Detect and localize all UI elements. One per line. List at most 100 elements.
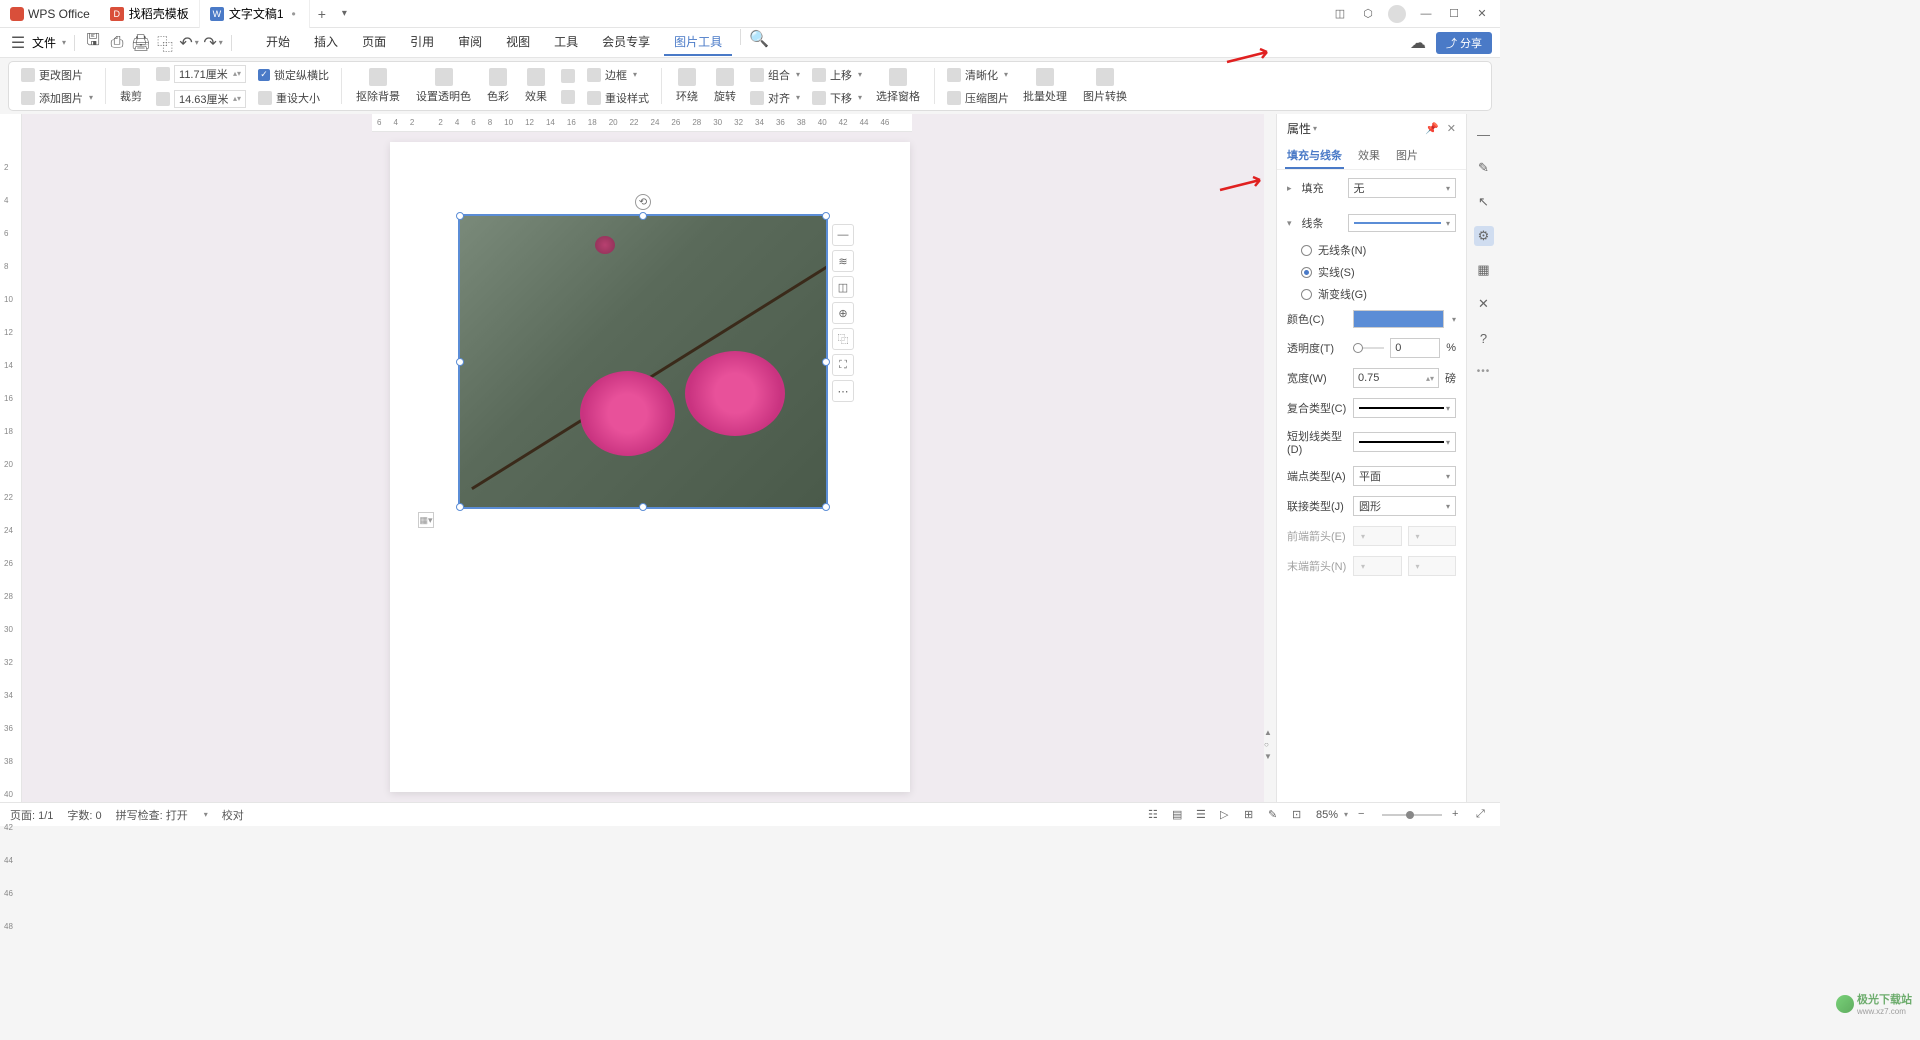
reset-style-button[interactable]: 重设样式 <box>583 88 653 108</box>
contrast-icon[interactable] <box>557 88 579 106</box>
menu-tab-member[interactable]: 会员专享 <box>592 29 660 56</box>
float-more-icon[interactable]: ⋯ <box>832 380 854 402</box>
move-down-button[interactable]: 下移▾ <box>808 88 866 108</box>
float-minus-icon[interactable]: — <box>832 224 854 246</box>
brightness-icon[interactable] <box>557 67 579 85</box>
help-icon[interactable]: ? <box>1474 328 1494 348</box>
compound-select[interactable]: ▾ <box>1353 398 1456 418</box>
radio-gradient-line[interactable]: 渐变线(G) <box>1301 286 1456 302</box>
zoom-slider[interactable] <box>1382 814 1442 816</box>
view-mode-1-icon[interactable]: ☷ <box>1148 808 1162 822</box>
line-color-picker[interactable] <box>1353 310 1444 328</box>
tab-menu-button[interactable]: ▾ <box>334 8 355 19</box>
convert-button[interactable]: 图片转换 <box>1077 66 1133 106</box>
cap-select[interactable]: 平面▾ <box>1353 466 1456 486</box>
close-icon[interactable]: ✕ <box>1474 6 1490 22</box>
vertical-scrollbar[interactable] <box>1264 114 1276 802</box>
compress-button[interactable]: 压缩图片 <box>943 88 1013 108</box>
width-input[interactable]: 11.71厘米▴▾ <box>174 65 246 83</box>
pen-tool-icon[interactable]: ✎ <box>1474 158 1494 178</box>
align-button[interactable]: 对齐▾ <box>746 88 804 108</box>
view-mode-2-icon[interactable]: ▤ <box>1172 808 1186 822</box>
menu-tab-insert[interactable]: 插入 <box>304 29 348 56</box>
panel-tab-effect[interactable]: 效果 <box>1356 143 1382 169</box>
more-tools-icon[interactable]: ••• <box>1477 366 1491 377</box>
print-icon[interactable]: 🖨 <box>131 33 151 53</box>
view-mode-3-icon[interactable]: ☰ <box>1196 808 1210 822</box>
float-wrap-icon[interactable]: ≋ <box>832 250 854 272</box>
user-avatar[interactable] <box>1388 5 1406 23</box>
settings-icon[interactable]: ✎ <box>1268 808 1282 822</box>
scroll-down-icon[interactable]: ▼ <box>1264 752 1274 762</box>
crop-button[interactable]: 裁剪 <box>114 66 148 106</box>
dash-select[interactable]: ▾ <box>1353 432 1456 452</box>
resize-handle-e[interactable] <box>822 358 830 366</box>
tools-icon[interactable]: ✕ <box>1474 294 1494 314</box>
radio-solid-line[interactable]: 实线(S) <box>1301 264 1456 280</box>
opacity-slider[interactable] <box>1353 347 1384 349</box>
combine-button[interactable]: 组合▾ <box>746 65 804 85</box>
menu-tab-picture-tools[interactable]: 图片工具 <box>664 29 732 56</box>
new-tab-button[interactable]: + <box>310 6 334 22</box>
panel-close-icon[interactable]: ✕ <box>1447 122 1456 135</box>
share-button[interactable]: ⤴ 分享 <box>1436 32 1492 54</box>
tab-document[interactable]: W 文字文稿1 • <box>200 0 310 28</box>
remove-bg-button[interactable]: 抠除背景 <box>350 66 406 106</box>
layout-options-icon[interactable]: ▦▾ <box>418 512 434 528</box>
line-preview-select[interactable]: ▾ <box>1348 214 1456 232</box>
reset-size-button[interactable]: 重设大小 <box>254 88 333 108</box>
scroll-target-icon[interactable]: ○ <box>1264 740 1274 750</box>
expand-icon[interactable]: ⤢ <box>1476 808 1490 822</box>
zoom-out-icon[interactable]: − <box>1358 808 1372 822</box>
page-status[interactable]: 页面: 1/1 <box>10 807 53 823</box>
cloud-icon[interactable]: ☁ <box>1408 33 1428 53</box>
resize-handle-se[interactable] <box>822 503 830 511</box>
fit-icon[interactable]: ⊡ <box>1292 808 1306 822</box>
float-copy-icon[interactable]: ⿻ <box>832 328 854 350</box>
menu-tab-view[interactable]: 视图 <box>496 29 540 56</box>
word-count[interactable]: 字数: 0 <box>67 807 101 823</box>
menu-tab-tools[interactable]: 工具 <box>544 29 588 56</box>
maximize-icon[interactable]: ☐ <box>1446 6 1462 22</box>
proof-status[interactable]: 校对 <box>222 807 244 823</box>
line-width-input[interactable]: 0.75▴▾ <box>1353 368 1439 388</box>
menu-tab-reference[interactable]: 引用 <box>400 29 444 56</box>
rotate-button[interactable]: 旋转 <box>708 66 742 106</box>
float-crop-icon[interactable]: ◫ <box>832 276 854 298</box>
resize-handle-w[interactable] <box>456 358 464 366</box>
color-button[interactable]: 色彩 <box>481 66 515 106</box>
resize-handle-s[interactable] <box>639 503 647 511</box>
zoom-in-icon[interactable]: + <box>1452 808 1466 822</box>
tab-templates[interactable]: D 找稻壳模板 <box>100 0 200 28</box>
minimize-icon[interactable]: — <box>1418 6 1434 22</box>
join-select[interactable]: 圆形▾ <box>1353 496 1456 516</box>
pin-icon[interactable]: 📌 <box>1425 122 1439 135</box>
fill-collapse-icon[interactable]: ▸ <box>1287 183 1292 194</box>
panel-tab-picture[interactable]: 图片 <box>1394 143 1420 169</box>
search-icon[interactable]: 🔍 <box>749 29 769 49</box>
change-picture-button[interactable]: 更改图片 <box>17 65 97 85</box>
rotation-handle[interactable]: ⟲ <box>635 194 651 210</box>
canvas-area[interactable]: 6422468101214161820222426283032343638404… <box>22 114 1276 802</box>
add-picture-button[interactable]: 添加图片▾ <box>17 88 97 108</box>
view-mode-5-icon[interactable]: ⊞ <box>1244 808 1258 822</box>
cube-icon[interactable]: ⬡ <box>1360 6 1376 22</box>
resize-handle-nw[interactable] <box>456 212 464 220</box>
collapse-panel-icon[interactable]: — <box>1474 124 1494 144</box>
fill-select[interactable]: 无▾ <box>1348 178 1456 198</box>
redo-icon[interactable]: ↷▾ <box>203 33 223 53</box>
menu-tab-start[interactable]: 开始 <box>256 29 300 56</box>
opacity-input[interactable]: 0 <box>1390 338 1440 358</box>
menu-tab-page[interactable]: 页面 <box>352 29 396 56</box>
print-preview-icon[interactable]: ⎙ <box>107 33 127 53</box>
undo-icon[interactable]: ↶▾ <box>179 33 199 53</box>
file-menu[interactable]: 文件 <box>32 34 56 51</box>
float-zoom-icon[interactable]: ⊕ <box>832 302 854 324</box>
resize-handle-n[interactable] <box>639 212 647 220</box>
document-page[interactable]: ⟲ — ≋ ◫ ⊕ <box>390 142 910 792</box>
line-collapse-icon[interactable]: ▾ <box>1287 218 1292 229</box>
menu-tab-review[interactable]: 审阅 <box>448 29 492 56</box>
lock-ratio-checkbox[interactable]: ✓锁定纵横比 <box>254 65 333 85</box>
scroll-up-icon[interactable]: ▲ <box>1264 728 1274 738</box>
view-mode-4-icon[interactable]: ▷ <box>1220 808 1234 822</box>
